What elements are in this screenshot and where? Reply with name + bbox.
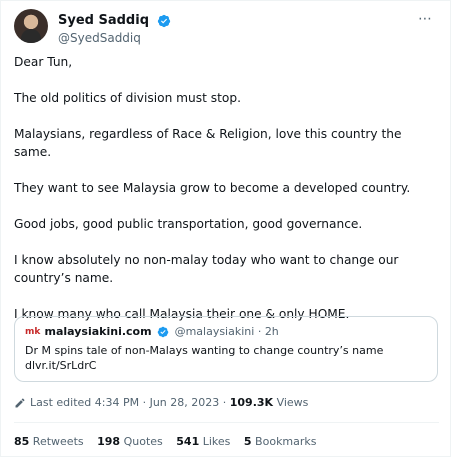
quoted-tweet-text: Dr M spins tale of non-Malays wanting to… — [25, 344, 384, 357]
quoted-author-name[interactable]: malaysiakini.com — [45, 325, 152, 338]
verified-badge-icon — [157, 326, 169, 338]
tweet-paragraph: Dear Tun, — [14, 55, 73, 69]
tweet-header: Syed Saddiq @SyedSaddiq ⋯ — [14, 9, 439, 46]
bookmarks-count: 5 — [243, 435, 252, 448]
quotes-stat[interactable]: 198 Quotes — [97, 435, 163, 448]
verified-badge-icon — [157, 14, 171, 27]
retweets-label: Retweets — [29, 435, 84, 448]
likes-stat[interactable]: 541 Likes — [176, 435, 230, 448]
quoted-time[interactable]: 2h — [265, 325, 279, 338]
quotes-count: 198 — [97, 435, 121, 448]
author-block[interactable]: Syed Saddiq @SyedSaddiq — [58, 10, 171, 46]
quoted-tweet[interactable]: mk malaysiakini.com @malaysiakini · 2h D… — [14, 316, 438, 382]
tweet-paragraph: Good jobs, good public transportation, g… — [14, 217, 363, 231]
edit-pencil-icon — [15, 398, 25, 408]
views-label: Views — [273, 396, 309, 409]
quotes-label: Quotes — [120, 435, 163, 448]
malaysiakini-logo-icon: mk — [25, 327, 41, 337]
tweet-paragraph: Malaysians, regardless of Race & Religio… — [14, 127, 402, 159]
bookmarks-stat[interactable]: 5 Bookmarks — [244, 435, 317, 448]
bookmarks-label: Bookmarks — [251, 435, 317, 448]
tweet-paragraph: I know absolutely no non-malay today who… — [14, 253, 399, 285]
quoted-tweet-header: mk malaysiakini.com @malaysiakini · 2h — [25, 325, 427, 339]
quoted-separator: · — [257, 325, 262, 338]
likes-count: 541 — [176, 435, 200, 448]
divider — [14, 422, 439, 423]
more-options-icon[interactable]: ⋯ — [418, 11, 433, 27]
quoted-tweet-link[interactable]: dlvr.it/SrLdrC — [25, 358, 427, 373]
author-display-name[interactable]: Syed Saddiq — [58, 13, 149, 29]
author-handle[interactable]: @SyedSaddiq — [58, 30, 171, 46]
quoted-author-handle[interactable]: @malaysiakini — [175, 325, 255, 338]
tweet-meta: Last edited 4:34 PM · Jun 28, 2023 · 109… — [14, 395, 308, 411]
tweet-paragraph: The old politics of division must stop. — [14, 91, 241, 105]
likes-label: Likes — [199, 435, 231, 448]
tweet-paragraph: They want to see Malaysia grow to become… — [14, 181, 411, 195]
tweet-card: Syed Saddiq @SyedSaddiq ⋯ Dear Tun, The … — [0, 0, 451, 457]
engagement-stats: 85 Retweets 198 Quotes 541 Likes 5 Bookm… — [14, 434, 327, 450]
tweet-text: Dear Tun, The old politics of division m… — [14, 53, 439, 341]
avatar[interactable] — [14, 9, 48, 43]
retweets-stat[interactable]: 85 Retweets — [14, 435, 84, 448]
last-edited-link[interactable]: Last edited 4:34 PM · Jun 28, 2023 · — [30, 396, 230, 409]
views-count: 109.3K — [229, 396, 274, 409]
retweets-count: 85 — [14, 435, 30, 448]
